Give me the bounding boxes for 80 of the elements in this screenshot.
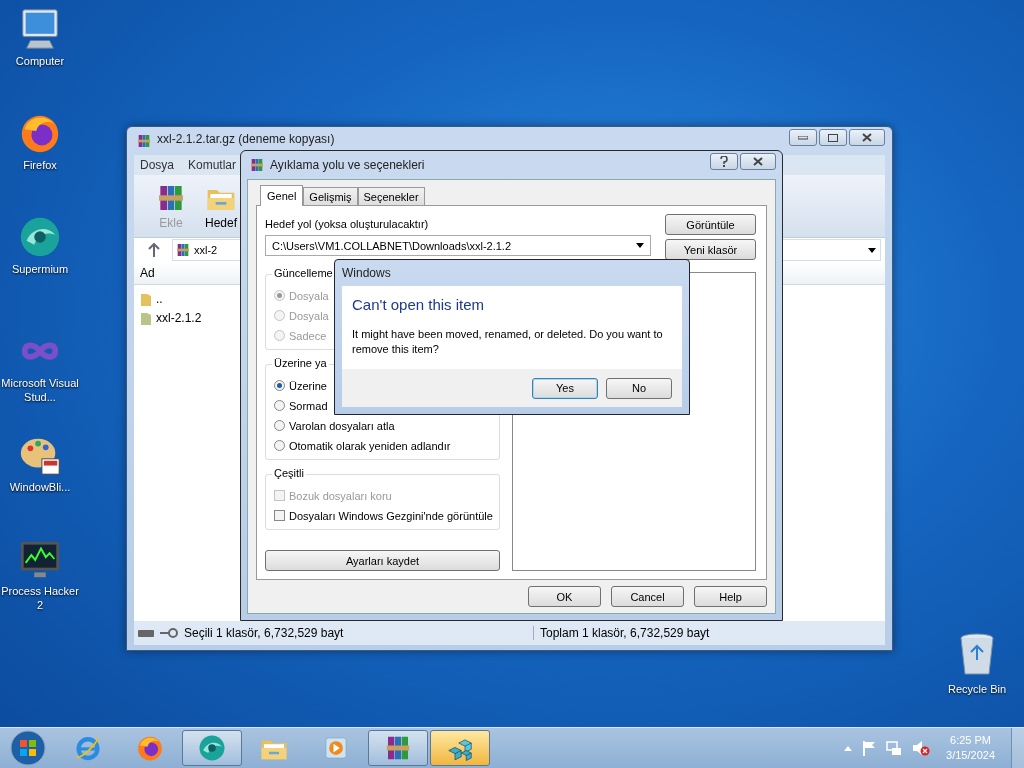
column-header[interactable]: Ad bbox=[134, 266, 155, 280]
checkbox[interactable] bbox=[274, 510, 285, 521]
tab[interactable]: Genel bbox=[260, 185, 304, 206]
show-desktop-button[interactable] bbox=[1011, 728, 1024, 768]
taskbar-button[interactable] bbox=[430, 730, 490, 766]
option-label: Sadece bbox=[289, 329, 327, 342]
file-name[interactable]: xxl-2.1.2 bbox=[156, 310, 202, 325]
option-label: Dosyaları Windows Gezgini'nde görüntüle bbox=[289, 509, 493, 522]
flag-icon[interactable] bbox=[862, 740, 877, 756]
folder-icon bbox=[140, 310, 152, 325]
close-icon bbox=[753, 157, 763, 166]
radio-button[interactable] bbox=[274, 440, 285, 451]
option-label: Bozuk dosyaları koru bbox=[289, 489, 392, 502]
dropdown-arrow-icon bbox=[636, 243, 644, 248]
folder-icon bbox=[140, 291, 152, 306]
key-icon bbox=[160, 628, 178, 638]
help-button[interactable] bbox=[710, 153, 738, 170]
option-label: Sormad bbox=[289, 399, 328, 412]
up-caret-icon[interactable] bbox=[844, 745, 853, 751]
desktop-icon-label[interactable]: Supermium bbox=[1, 262, 79, 276]
minimize-button[interactable] bbox=[789, 129, 817, 146]
option-label: Dosyala bbox=[289, 289, 329, 302]
up-arrow-icon[interactable] bbox=[148, 243, 160, 257]
desktop-icon-label[interactable]: Microsoft Visual Stud... bbox=[1, 376, 79, 404]
option-label: Üzerine bbox=[289, 379, 327, 392]
dialog-button[interactable]: Yeni klasör bbox=[665, 239, 756, 260]
message-text: It might have been moved, renamed, or deleted. Do you want to remove this item? bbox=[352, 327, 664, 357]
taskbar-button[interactable] bbox=[368, 730, 428, 766]
network-icon[interactable] bbox=[886, 740, 903, 756]
save-settings-button[interactable]: Ayarları kaydet bbox=[265, 550, 500, 571]
group-title: Çeşitli bbox=[272, 467, 306, 479]
taskbar-button[interactable] bbox=[182, 730, 242, 766]
drive-icon bbox=[138, 629, 154, 637]
close-button[interactable] bbox=[740, 153, 776, 170]
menu-item[interactable]: Dosya bbox=[140, 158, 174, 172]
desktop-icon-label[interactable]: Firefox bbox=[1, 158, 79, 172]
radio-button[interactable] bbox=[274, 400, 285, 411]
books-icon bbox=[136, 133, 152, 149]
desktop-icon-label[interactable]: Recycle Bin bbox=[938, 682, 1016, 696]
minimize-icon bbox=[798, 135, 808, 140]
dropdown-arrow-icon bbox=[868, 247, 876, 253]
close-button[interactable] bbox=[849, 129, 885, 146]
desktop-icon-label[interactable]: WindowBli... bbox=[1, 480, 79, 494]
help-icon bbox=[720, 156, 728, 167]
radio-button[interactable] bbox=[274, 380, 285, 391]
menu-item[interactable]: Komutlar bbox=[188, 158, 237, 172]
window-title: xxl-2.1.2.tar.gz (deneme kopyası) bbox=[157, 132, 336, 146]
windows-logo-icon bbox=[10, 730, 46, 766]
radio-button[interactable] bbox=[274, 420, 285, 431]
books-icon bbox=[249, 157, 265, 173]
recycle-bin-icon bbox=[957, 632, 997, 678]
dialog-title: Windows bbox=[342, 266, 391, 280]
muted-speaker-icon[interactable] bbox=[912, 740, 931, 756]
maximize-button[interactable] bbox=[819, 129, 847, 146]
file-name[interactable]: .. bbox=[156, 291, 163, 306]
dialog-button[interactable]: Yes bbox=[532, 377, 598, 399]
option-label: Otomatik olarak yeniden adlandır bbox=[289, 439, 451, 452]
books-icon bbox=[175, 242, 191, 258]
dialog-button[interactable]: Görüntüle bbox=[665, 214, 756, 235]
group-title: Güncelleme bbox=[272, 267, 335, 279]
group-title: Üzerine ya bbox=[272, 357, 329, 369]
path-field[interactable]: C:\Users\VM1.COLLABNET\Downloads\xxl-2.1.2 bbox=[265, 235, 651, 256]
dialog-button[interactable]: OK bbox=[528, 586, 601, 607]
dialog-title: Ayıklama yolu ve seçenekleri bbox=[270, 158, 426, 172]
option-label: Dosyala bbox=[289, 309, 329, 322]
option-label: Varolan dosyaları atla bbox=[289, 419, 395, 432]
close-icon bbox=[862, 133, 872, 142]
message-heading: Can't open this item bbox=[352, 296, 486, 313]
maximize-icon bbox=[828, 133, 838, 142]
status-text: Toplam 1 klasör, 6,732,529 bayt bbox=[540, 626, 710, 640]
dialog-button[interactable]: Cancel bbox=[611, 586, 684, 607]
desktop-icon-label[interactable]: Process Hacker 2 bbox=[1, 584, 79, 612]
desktop-icon-label[interactable]: Computer bbox=[1, 54, 79, 68]
globe-icon bbox=[197, 733, 227, 763]
tab[interactable]: Seçenekler bbox=[357, 187, 425, 205]
field-label: Hedef yol (yoksa oluşturulacaktır) bbox=[265, 218, 430, 230]
tab[interactable]: Gelişmiş bbox=[303, 187, 358, 205]
dialog-button[interactable]: No bbox=[606, 377, 672, 399]
dialog-button[interactable]: Help bbox=[694, 586, 767, 607]
status-text: Seçili 1 klasör, 6,732,529 bayt bbox=[184, 626, 344, 640]
